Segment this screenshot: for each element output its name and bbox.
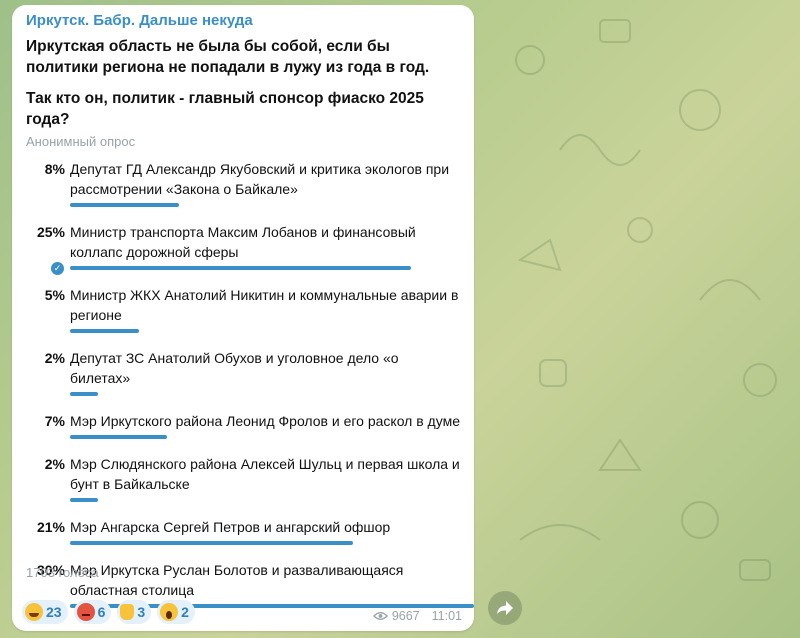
option-bar	[70, 266, 412, 270]
option-bar	[70, 541, 353, 545]
reactions-bar: 23 6 3 2	[22, 600, 195, 624]
option-label: Депутат ГД Александр Якубовский и критик…	[70, 161, 450, 197]
checkmark-icon: ✓	[51, 262, 64, 275]
poll-option[interactable]: 21% Мэр Ангарска Сергей Петров и ангарски…	[24, 517, 462, 545]
option-percent: 25%	[36, 224, 65, 240]
option-bar	[70, 329, 139, 333]
message-time: 11:01	[431, 609, 462, 623]
option-label: Мэр Слюдянского района Алексей Шульц и п…	[70, 456, 460, 492]
option-bar-track	[70, 203, 474, 207]
option-percent: 7%	[44, 413, 65, 429]
option-label: Министр ЖКХ Анатолий Никитин и коммуналь…	[70, 287, 459, 323]
reaction-count: 6	[97, 604, 106, 620]
option-bar	[70, 392, 99, 396]
reaction-count: 3	[137, 604, 146, 620]
question-line: Так кто он, политик - главный спонсор фи…	[26, 90, 424, 128]
option-percent: 2%	[44, 456, 65, 472]
view-count: 9667	[391, 609, 420, 623]
reaction-chip[interactable]: 2	[157, 600, 195, 624]
option-bar	[70, 203, 180, 207]
reaction-chip[interactable]: 6	[73, 600, 112, 624]
scream-emoji-icon	[160, 603, 179, 621]
option-bar	[70, 435, 167, 439]
option-bar-track	[70, 329, 474, 333]
poll-option[interactable]: 7% Мэр Иркутского района Леонид Фролов и …	[24, 411, 462, 439]
option-label: Министр транспорта Максим Лобанов и фина…	[70, 224, 416, 260]
option-percent: 8%	[44, 161, 65, 177]
poll-type: Анонимный опрос	[26, 134, 136, 149]
laugh-emoji-icon	[25, 603, 43, 621]
reaction-count: 2	[181, 604, 189, 620]
option-bar-track	[70, 498, 474, 502]
option-label: Депутат ЗС Анатолий Обухов и уголовное д…	[70, 350, 399, 386]
option-bar-track	[70, 266, 474, 270]
option-bar-track	[70, 392, 474, 396]
option-percent: 21%	[36, 519, 65, 535]
vote-count[interactable]: 1703 голоса	[26, 565, 99, 580]
reaction-count: 23	[46, 604, 62, 620]
poll-option[interactable]: 25% Министр транспорта Максим Лобанов и ф…	[24, 222, 462, 275]
reaction-chip[interactable]: 3	[117, 600, 152, 624]
share-button[interactable]	[488, 591, 522, 625]
option-percent: 2%	[44, 350, 65, 366]
option-bar	[70, 498, 99, 502]
eye-icon	[372, 612, 388, 620]
channel-title[interactable]: Иркутск. Бабр. Дальше некуда	[26, 12, 462, 29]
option-label: Мэр Иркутского района Леонид Фролов и ег…	[70, 413, 460, 429]
reaction-chip[interactable]: 23	[22, 600, 68, 624]
thumbs-up-emoji-icon	[120, 604, 135, 620]
question-line: Иркутская область не была бы собой, если…	[26, 38, 430, 76]
poll-options: 8% Депутат ГД Александр Якубовский и крит…	[24, 159, 474, 608]
poll-option[interactable]: 5% Министр ЖКХ Анатолий Никитин и коммуна…	[24, 285, 462, 333]
poll-option[interactable]: 2% Депутат ЗС Анатолий Обухов и уголовное…	[24, 348, 462, 396]
poll-question: Иркутская область не была бы собой, если…	[26, 36, 462, 130]
poll-option[interactable]: 8% Депутат ГД Александр Якубовский и крит…	[24, 159, 462, 207]
poll-option[interactable]: 2% Мэр Слюдянского района Алексей Шульц и…	[24, 454, 462, 502]
forward-arrow-icon	[497, 601, 513, 615]
option-bar-track	[70, 435, 474, 439]
angry-emoji-icon	[76, 603, 95, 621]
option-label: Мэр Ангарска Сергей Петров и ангарский о…	[70, 519, 391, 535]
option-label: Мэр Иркутска Руслан Болотов и разваливаю…	[70, 562, 404, 598]
poll-message: Иркутск. Бабр. Дальше некуда Иркутская о…	[12, 5, 474, 631]
option-percent: 5%	[44, 287, 65, 303]
message-meta: 9667 11:01	[372, 609, 462, 623]
option-bar-track	[70, 541, 474, 545]
